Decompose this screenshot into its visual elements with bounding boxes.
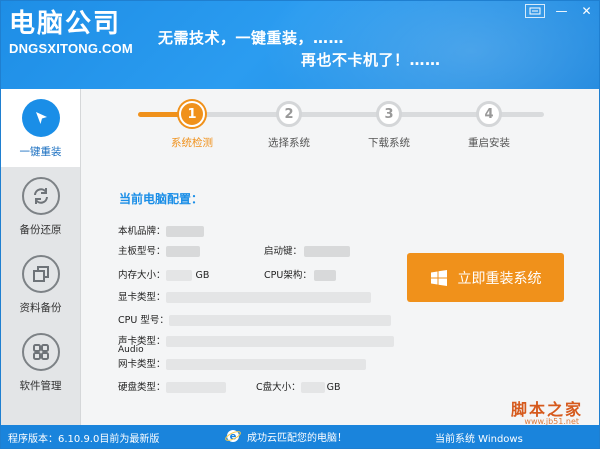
logo-cn: 电脑公司 [9,9,122,39]
step-3-circle: 3 [376,101,402,127]
c-drive-row: C盘大小： GB [256,379,341,393]
sidebar: 一键重装 备份还原 资料备份 软件管理 [1,89,81,425]
c-drive-value [300,382,325,393]
memory-row: 内存大小： GB [118,267,209,281]
boot-key-row: 启动键： [264,243,351,257]
sidebar-item-label: 软件管理 [19,380,62,392]
step-4-label: 重启安装 [468,137,510,149]
step-1-label: 系统检测 [171,137,213,149]
disk-row: 硬盘类型： [118,379,226,393]
version-text: 程序版本：6.10.9.0目前为最新版 [8,434,160,445]
memory-label: 内存大小： [118,270,166,281]
header-banner: 电脑公司 DNGSXITONG.COM 无需技术，一键重装，…… 再也不卡机了！… [1,1,599,89]
sidebar-item-label: 备份还原 [19,224,62,236]
status-bar: 程序版本：6.10.9.0目前为最新版 e 成功云匹配您的电脑！ 当前系统 Wi… [1,425,599,448]
nic-row: 网卡类型： [118,356,366,370]
memory-unit: GB [195,270,210,281]
grid-icon [21,333,60,371]
brand-value [165,226,204,237]
brand-row: 本机品牌： [118,223,204,237]
step-3-label: 下载系统 [368,137,410,149]
slogan-line-1: 无需技术，一键重装，…… [158,29,345,47]
reinstall-now-button[interactable]: 立即重装系统 [407,253,564,302]
boot-key-label: 启动键： [264,246,303,257]
windows-icon [430,269,448,287]
gpu-value [165,292,371,303]
board-label: 主板型号： [118,246,166,257]
sound-row: 声卡类型： [118,333,394,347]
sound-value [165,336,394,347]
step-2-circle: 2 [276,101,302,127]
board-value [165,246,200,257]
copy-icon [21,255,60,293]
cursor-icon [21,99,60,137]
cpu-row: CPU 型号： [118,312,391,326]
disk-value [165,382,226,393]
cpu-label: CPU 型号： [118,315,169,326]
window-controls: — ✕ [525,1,599,21]
current-system-text: 当前系统 Windows [435,434,523,445]
nic-value [165,359,366,370]
c-drive-unit: GB [326,382,341,393]
sidebar-item-reinstall[interactable]: 一键重装 [1,89,80,167]
c-drive-label: C盘大小： [256,382,301,393]
memory-value [165,270,192,281]
board-row: 主板型号： [118,243,200,257]
gpu-label: 显卡类型： [118,292,166,303]
gpu-row: 显卡类型： [118,289,371,303]
reinstall-now-label: 立即重装系统 [457,269,542,286]
installer-window: 电脑公司 DNGSXITONG.COM 无需技术，一键重装，…… 再也不卡机了！… [0,0,600,449]
step-1-circle: 1 [179,101,205,127]
close-button[interactable]: ✕ [574,1,599,21]
cpu-value [168,315,391,326]
cpu-arch-value [313,270,336,281]
boot-key-value [304,246,351,257]
sidebar-item-label: 资料备份 [19,302,62,314]
refresh-icon [21,177,60,215]
slogan-line-2: 再也不卡机了！…… [301,51,441,69]
logo-en: DNGSXITONG.COM [9,41,133,56]
brand-label: 本机品牌： [118,226,166,237]
step-4-circle: 4 [476,101,502,127]
minimize-button[interactable]: — [549,1,574,21]
sidebar-item-backup-restore[interactable]: 备份还原 [1,167,80,245]
cloud-match-status: e 成功云匹配您的电脑！ [225,428,347,444]
ie-icon: e [225,428,241,444]
step-progress: 1 2 3 4 系统检测 选择系统 下载系统 重启安装 [81,89,599,159]
config-title: 当前电脑配置： [119,192,204,206]
sidebar-item-label: 一键重装 [19,146,62,158]
cloud-match-text: 成功云匹配您的电脑！ [247,432,347,444]
sidebar-item-software[interactable]: 软件管理 [1,323,80,401]
cpu-arch-label: CPU架构： [264,270,312,281]
cpu-arch-row: CPU架构： [264,267,336,281]
step-2-label: 选择系统 [268,137,310,149]
sidebar-item-data-backup[interactable]: 资料备份 [1,245,80,323]
nic-label: 网卡类型： [118,359,166,370]
app-logo: 电脑公司 DNGSXITONG.COM [9,9,133,57]
sound-sub: Audio [118,345,144,355]
disk-label: 硬盘类型： [118,382,166,393]
menu-icon[interactable] [525,4,545,18]
